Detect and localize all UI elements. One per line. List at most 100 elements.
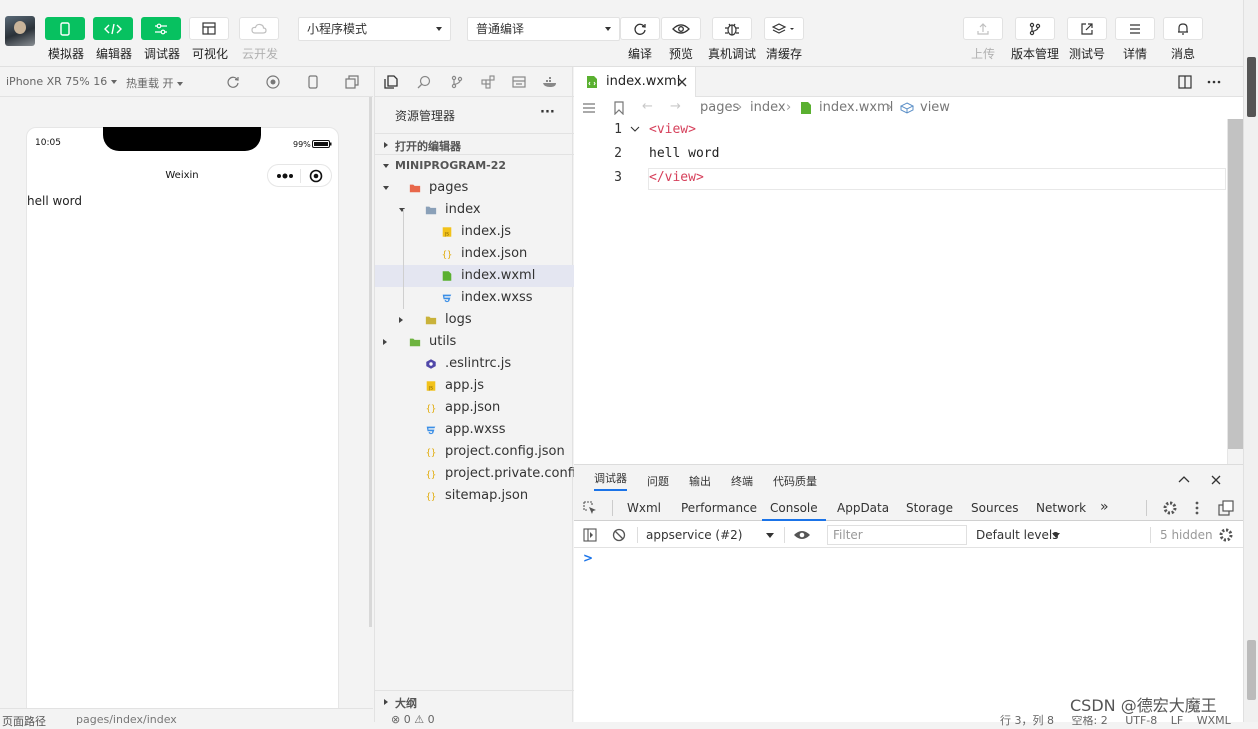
device-icon[interactable] xyxy=(307,75,319,89)
editor-scroll-thumb[interactable] xyxy=(1228,119,1243,449)
cloud-dev-button[interactable] xyxy=(239,17,279,40)
close-icon[interactable] xyxy=(677,77,687,87)
devtools-tab-storage[interactable]: Storage xyxy=(906,495,953,521)
list-icon[interactable] xyxy=(582,102,596,114)
sidebar-toggle-icon[interactable] xyxy=(583,528,597,542)
storage-icon[interactable] xyxy=(512,75,526,89)
chevron-down-icon[interactable] xyxy=(766,533,774,538)
file-tree-item[interactable]: logs xyxy=(375,309,574,331)
file-tree-item[interactable]: .eslintrc.js xyxy=(375,353,574,375)
clear-console-icon[interactable] xyxy=(612,528,626,542)
file-tree-item[interactable]: JS index.js xyxy=(375,221,574,243)
devtools-tab-wxml[interactable]: Wxml xyxy=(627,495,661,521)
device-select[interactable]: iPhone XR 75% 16 xyxy=(6,75,117,88)
file-tree-item[interactable]: utils xyxy=(375,331,574,353)
chevron-down-icon[interactable] xyxy=(383,186,389,190)
project-section[interactable]: MINIPROGRAM-22 xyxy=(375,155,574,177)
editor-toggle-button[interactable] xyxy=(93,17,133,40)
log-levels-select[interactable]: Default levels xyxy=(976,528,1058,542)
outline-section[interactable]: 大纲 xyxy=(375,690,574,712)
compile-button[interactable] xyxy=(620,17,660,40)
devtools-tab-appdata[interactable]: AppData xyxy=(837,495,889,521)
simulator-scrollbar[interactable] xyxy=(369,97,372,627)
page-path-label[interactable]: 页面路径 xyxy=(2,713,46,729)
chevron-down-icon[interactable] xyxy=(399,208,405,212)
context-select[interactable]: appservice (#2) xyxy=(646,528,742,542)
cursor-position[interactable]: 行 3，列 8 xyxy=(1000,714,1054,727)
more-tabs-icon[interactable]: » xyxy=(1100,499,1109,515)
file-tree-item[interactable]: {} project.config.json xyxy=(375,441,574,463)
back-arrow-icon[interactable]: ← xyxy=(642,99,653,114)
gear-icon[interactable] xyxy=(1162,500,1178,516)
devtools-tab-network[interactable]: Network xyxy=(1036,495,1086,521)
devtools-tab-performance[interactable]: Performance xyxy=(681,495,757,521)
upload-button[interactable] xyxy=(963,17,1003,40)
gear-icon[interactable] xyxy=(1218,527,1234,543)
devtools-tab-console[interactable]: Console xyxy=(762,495,826,521)
devtools-tab-sources[interactable]: Sources xyxy=(971,495,1018,521)
simulator-toggle-button[interactable] xyxy=(45,17,85,40)
stop-icon[interactable] xyxy=(266,75,280,89)
hot-reload-toggle[interactable]: 热重载 开 xyxy=(126,75,183,91)
files-icon[interactable] xyxy=(384,75,398,89)
version-management-button[interactable] xyxy=(1015,17,1055,40)
visual-toggle-button[interactable] xyxy=(189,17,229,40)
file-tree-item[interactable]: {} project.private.config.js... xyxy=(375,463,611,485)
kebab-menu-icon[interactable] xyxy=(1195,501,1199,515)
undock-icon[interactable] xyxy=(1218,500,1234,516)
capsule-menu[interactable] xyxy=(267,164,332,187)
console-filter-input[interactable]: Filter xyxy=(827,525,967,545)
breadcrumb-item-view[interactable]: view xyxy=(920,100,950,115)
more-dots-icon[interactable] xyxy=(276,172,294,180)
right-scroll-thumb-lower[interactable] xyxy=(1247,640,1256,700)
file-tree-item[interactable]: {} sitemap.json xyxy=(375,485,574,507)
reload-icon[interactable] xyxy=(226,75,240,89)
details-button[interactable] xyxy=(1115,17,1155,40)
breadcrumb-item-pages[interactable]: pages xyxy=(700,100,739,115)
eye-icon[interactable] xyxy=(793,529,811,541)
bookmark-icon[interactable] xyxy=(614,101,624,115)
file-tree-item[interactable]: index.wxss xyxy=(375,287,574,309)
tab-debugger[interactable]: 调试器 xyxy=(594,467,627,491)
preview-button[interactable] xyxy=(661,17,701,40)
split-editor-icon[interactable] xyxy=(1178,75,1192,89)
mode-select[interactable]: 小程序模式 xyxy=(298,17,451,41)
chevron-right-icon[interactable] xyxy=(399,317,403,323)
docker-icon[interactable] xyxy=(542,75,558,89)
more-icon[interactable] xyxy=(1207,80,1221,84)
file-tree-item[interactable]: JS app.js xyxy=(375,375,574,397)
compile-mode-select[interactable]: 普通编译 xyxy=(467,17,620,41)
file-tree-item[interactable]: {} app.json xyxy=(375,397,574,419)
clear-cache-button[interactable] xyxy=(764,17,804,40)
real-device-debug-button[interactable] xyxy=(712,17,752,40)
breadcrumb-item-file[interactable]: index.wxml xyxy=(819,100,893,115)
code-editor[interactable]: 1 <view> 2 hell word 3 </view> xyxy=(574,119,1227,464)
chevron-up-icon[interactable] xyxy=(1178,475,1190,483)
tab-terminal[interactable]: 终端 xyxy=(731,473,753,489)
extensions-icon[interactable] xyxy=(481,75,495,89)
editor-scrollbar[interactable] xyxy=(1227,119,1243,464)
window-right-scrollbar[interactable] xyxy=(1243,0,1258,722)
editor-tab-index-wxml[interactable]: index.wxml xyxy=(574,67,696,97)
messages-button[interactable] xyxy=(1163,17,1203,40)
file-tree-item[interactable]: index xyxy=(375,199,574,221)
explorer-more-button[interactable]: ··· xyxy=(540,105,555,120)
chevron-down-icon[interactable] xyxy=(1052,533,1060,538)
close-icon[interactable] xyxy=(1211,475,1221,485)
file-tree-item[interactable]: pages xyxy=(375,177,574,199)
chevron-right-icon[interactable] xyxy=(383,339,387,345)
search-icon[interactable] xyxy=(417,75,431,89)
file-tree-item[interactable]: {} index.json xyxy=(375,243,574,265)
tab-code-quality[interactable]: 代码质量 xyxy=(773,473,817,489)
breadcrumb-item-index[interactable]: index xyxy=(750,100,786,115)
fold-chevron-icon[interactable] xyxy=(630,125,640,133)
file-tree-item[interactable]: index.wxml xyxy=(375,265,574,287)
user-avatar[interactable] xyxy=(5,16,35,46)
open-editors-section[interactable]: 打开的编辑器 xyxy=(375,133,574,155)
tab-output[interactable]: 输出 xyxy=(689,473,711,489)
debugger-toggle-button[interactable] xyxy=(141,17,181,40)
inspect-cursor-icon[interactable] xyxy=(583,501,597,515)
right-scroll-thumb[interactable] xyxy=(1247,57,1256,117)
test-account-button[interactable] xyxy=(1067,17,1107,40)
popout-icon[interactable] xyxy=(345,75,359,89)
